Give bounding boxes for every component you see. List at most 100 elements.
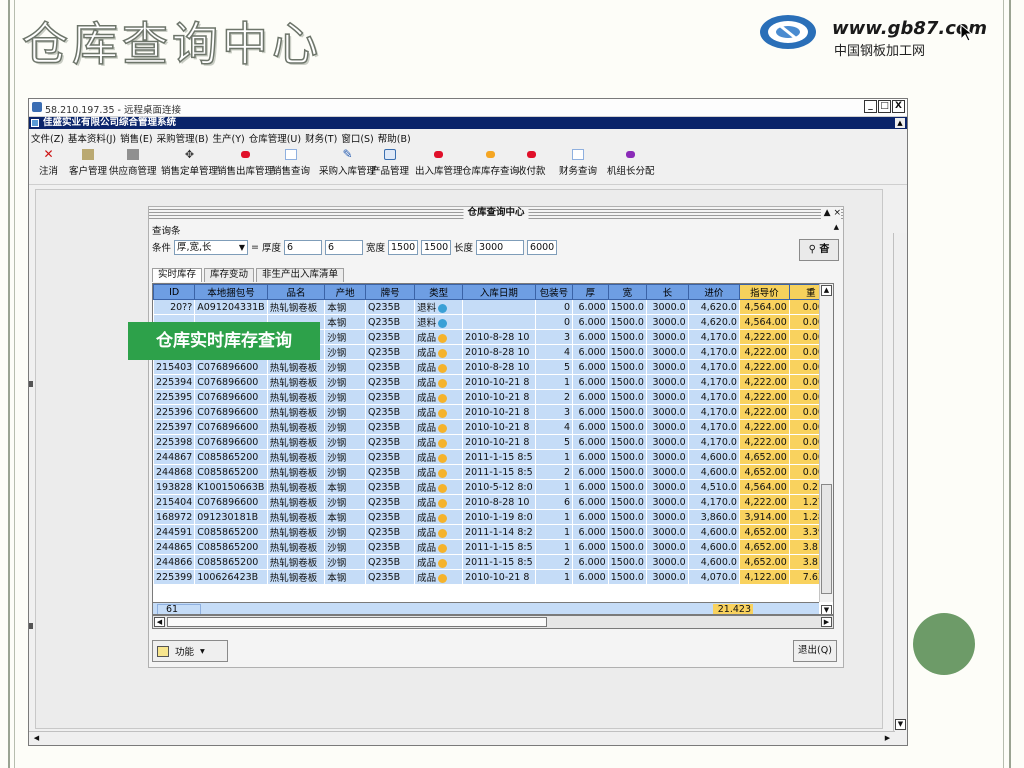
collapse-arrow-icon[interactable]: ▲ [834, 223, 839, 231]
table-row[interactable]: 20?? A091204331B 热轧钢卷板 本钢 Q235B 退料 0 6.000 1500.… [153, 299, 833, 315]
toolbar-button-label: 财务查询 [559, 166, 598, 177]
tab[interactable]: 实时库存 [152, 268, 203, 282]
tab[interactable]: 非生产出入库清单 [256, 268, 345, 282]
column-header[interactable]: ID [153, 284, 196, 300]
status-icon [438, 574, 448, 583]
column-header[interactable]: 类型 [414, 284, 464, 300]
table-row[interactable]: 244591 C085865200 热轧钢卷板 沙钢 Q235B 成品 2011-1-14 … [153, 524, 833, 540]
cell-value: 3,860.0 [700, 511, 737, 523]
grid-vertical-scrollbar[interactable]: ▲ ▼ [819, 284, 833, 614]
table-cell: 成品 [414, 524, 464, 540]
menu-item[interactable]: 采购管理(B) [157, 131, 209, 145]
table-row[interactable]: 225394 C076896600 热轧钢卷板 沙钢 Q235B 成品 2010-10-21… [153, 374, 833, 390]
column-header[interactable]: 牌号 [365, 284, 416, 300]
scroll-right-icon[interactable]: ▶ [821, 617, 832, 627]
table-row[interactable]: 225395 C076896600 热轧钢卷板 沙钢 Q235B 成品 2010-10-21… [153, 389, 833, 405]
exit-button[interactable]: 退出(Q) [793, 640, 837, 662]
table-row[interactable]: 225397 C076896600 热轧钢卷板 沙钢 Q235B 成品 2010-10-21… [153, 419, 833, 435]
toolbar-button[interactable]: 财务查询 [559, 149, 597, 177]
toolbar-button[interactable]: 客户管理 [69, 149, 107, 177]
toolbar-button[interactable]: ✥ 销售定单管理 [161, 149, 218, 177]
table-row[interactable]: 215403 C076896600 热轧钢卷板 沙钢 Q235B 成品 2010-8-28 … [153, 359, 833, 375]
menu-item[interactable]: 生产(Y) [213, 131, 245, 145]
warehouse-query-titlebar: 仓库查询中心 ▲ × [149, 207, 843, 219]
column-header[interactable]: 本地捆包号 [194, 284, 268, 300]
table-cell: 6.000 [572, 359, 609, 375]
toolbar-button[interactable]: 机组长分配 [607, 149, 655, 177]
minimize-button[interactable]: _ [864, 100, 877, 113]
table-row[interactable]: 225398 C076896600 热轧钢卷板 沙钢 Q235B 成品 2010-10-21… [153, 434, 833, 450]
column-header[interactable]: 指导价 [738, 284, 790, 300]
table-row[interactable]: 225399 100626423B 热轧钢卷板 本钢 Q235B 成品 2010-10-21… [153, 569, 833, 585]
scroll-down-icon[interactable]: ▼ [895, 719, 906, 730]
menu-item[interactable]: 财务(T) [305, 131, 337, 145]
menu-item[interactable]: 帮助(B) [378, 131, 411, 145]
toolbar-button[interactable]: 销售查询 [272, 149, 310, 177]
length-to-input[interactable]: 6000 [527, 239, 558, 255]
query-button[interactable]: ⚲ 杳 [799, 239, 839, 261]
width-to-input[interactable]: 1500 [421, 239, 452, 255]
column-header[interactable]: 品名 [266, 284, 326, 300]
thickness-from-input[interactable]: 6 [284, 239, 322, 255]
menu-item[interactable]: 仓库管理(U) [249, 131, 301, 145]
toolbar-button[interactable]: 仓库库存查询 [462, 149, 519, 177]
scroll-left-icon[interactable]: ◀ [154, 617, 165, 627]
maximize-button[interactable]: □ [878, 100, 891, 113]
column-header[interactable]: 产地 [324, 284, 367, 300]
column-header[interactable]: 厚 [572, 284, 609, 300]
cell-value: 2010-10-21 8 [465, 436, 530, 448]
toolbar-button[interactable]: 销售出库管理 [217, 149, 274, 177]
table-row[interactable]: 244866 C085865200 热轧钢卷板 沙钢 Q235B 成品 2011-1-15 … [153, 554, 833, 570]
table-row[interactable]: 244865 C085865200 热轧钢卷板 沙钢 Q235B 成品 2011-1-15 … [153, 539, 833, 555]
menu-item[interactable]: 销售(E) [120, 131, 152, 145]
table-row[interactable]: 225396 C076896600 热轧钢卷板 沙钢 Q235B 成品 2010-10-21… [153, 404, 833, 420]
toolbar-button[interactable]: 供应商管理 [109, 149, 157, 177]
toolbar-button[interactable]: ✎ 采购入库管理 [319, 148, 376, 177]
condition-select[interactable]: 厚,宽,长 ▼ [174, 239, 249, 255]
scroll-up-icon[interactable]: ▲ [821, 285, 832, 296]
table-row[interactable]: 215404 C076896600 热轧钢卷板 沙钢 Q235B 成品 2010-8-28 … [153, 494, 833, 510]
side-marker [29, 623, 33, 629]
scroll-right-icon[interactable]: ▶ [882, 733, 893, 744]
table-cell: 3000.0 [645, 524, 689, 540]
width-from-input[interactable]: 1500 [388, 239, 419, 255]
table-cell: 6.000 [572, 449, 609, 465]
column-header[interactable]: 宽 [607, 284, 647, 300]
cell-value: 3000.0 [652, 466, 686, 478]
menu-item[interactable]: 文件(Z) [31, 131, 64, 145]
toolbar-button[interactable]: 收付款 [517, 149, 546, 177]
toolbar-button[interactable]: 出入库管理 [415, 149, 463, 177]
inner-window-controls[interactable]: ▲ × [820, 207, 841, 219]
thickness-to-input[interactable]: 6 [325, 239, 363, 255]
menu-item[interactable]: 基本资料(J) [68, 131, 116, 145]
tab[interactable]: 库存变动 [204, 268, 255, 282]
table-row[interactable]: 244867 C085865200 热轧钢卷板 沙钢 Q235B 成品 2011-1-15 … [153, 449, 833, 465]
column-header[interactable]: 入库日期 [462, 284, 536, 300]
table-cell: 091230181B [194, 509, 268, 525]
column-header[interactable]: 进价 [687, 284, 740, 300]
scroll-down-icon[interactable]: ▼ [821, 605, 832, 614]
app-restore-button[interactable]: ▲ [895, 118, 905, 128]
scroll-left-icon[interactable]: ◀ [31, 733, 42, 744]
table-row[interactable]: 193828 K100150663B 热轧钢卷板 本钢 Q235B 成品 2010-5-12… [153, 479, 833, 495]
close-button[interactable]: X [892, 100, 905, 113]
menu-item[interactable]: 窗口(S) [341, 131, 373, 145]
cell-value: 091230181B [197, 511, 259, 523]
table-row[interactable]: 244868 C085865200 热轧钢卷板 沙钢 Q235B 成品 2011-1-15 … [153, 464, 833, 480]
column-header[interactable]: 长 [645, 284, 689, 300]
column-header[interactable]: 包装号 [534, 284, 574, 300]
status-icon [438, 319, 448, 328]
remote-vertical-scrollbar[interactable]: ▼ [893, 233, 907, 745]
table-cell: 热轧钢卷板 [266, 374, 326, 390]
toolbar-button[interactable]: ✕ 注消 [39, 148, 58, 177]
length-from-input[interactable]: 3000 [476, 239, 525, 255]
toolbar-button[interactable]: 产品管理 [371, 149, 409, 177]
horizontal-scroll-thumb[interactable] [167, 617, 547, 627]
table-cell: C085865200 [194, 539, 268, 555]
table-row[interactable]: 168972 091230181B 热轧钢卷板 本钢 Q235B 成品 2010-1-19 … [153, 509, 833, 525]
grid-horizontal-scrollbar[interactable]: ◀ ▶ [152, 615, 834, 629]
scroll-thumb[interactable] [821, 484, 832, 594]
length-label: 长度 [454, 243, 474, 254]
remote-horizontal-scrollbar[interactable]: ◀ ▶ [29, 731, 895, 745]
function-button[interactable]: 功能 ▾ [152, 640, 228, 662]
